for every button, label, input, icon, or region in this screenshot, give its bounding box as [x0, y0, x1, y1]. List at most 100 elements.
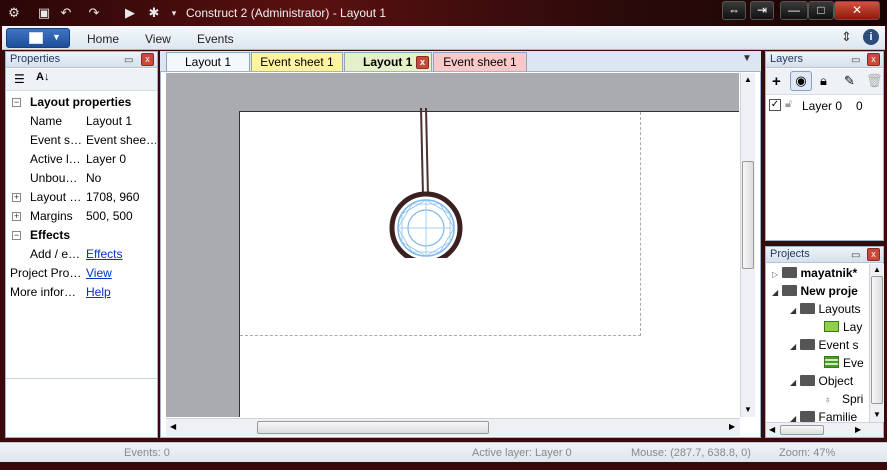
toggle-visibility-icon[interactable]: ◉ [790, 71, 812, 91]
help-link[interactable]: Help [86, 283, 156, 302]
pendulum-sprite[interactable] [380, 108, 470, 258]
property-row-event-sheet[interactable]: Event s… Event shee… [6, 131, 157, 150]
projects-hscroll-thumb[interactable] [780, 425, 824, 435]
effects-link[interactable]: Effects [86, 245, 156, 264]
property-value[interactable]: 1708, 960 [86, 188, 156, 207]
app-gear-icon[interactable]: ⚙ [6, 5, 22, 21]
tab-events[interactable]: Events [197, 32, 234, 46]
horizontal-scroll-thumb[interactable] [257, 421, 489, 434]
pin-icon[interactable]: ▭ [851, 53, 860, 68]
close-panel-icon[interactable]: x [867, 53, 880, 66]
tab-layout-1[interactable]: Layout 1 [166, 52, 250, 71]
tab-event-sheet-1-second[interactable]: Event sheet 1 [433, 52, 527, 71]
scroll-up-icon[interactable]: ▲ [873, 265, 881, 274]
projects-vertical-scrollbar[interactable]: ▲ ▼ [869, 264, 884, 422]
debug-bug-icon[interactable]: ✱ [146, 5, 162, 21]
run-layout-icon[interactable]: ▶ [122, 5, 138, 21]
tree-arrow-icon[interactable]: ▷ [772, 270, 778, 279]
pin-icon[interactable]: ▭ [851, 248, 860, 263]
lock-icon[interactable]: 🔒︎ [820, 73, 827, 89]
property-row-margins[interactable]: + Margins 500, 500 [6, 207, 157, 226]
exit-fullscreen-button[interactable]: ⇥ [750, 1, 774, 20]
property-row-name[interactable]: Name Layout 1 [6, 112, 157, 131]
view-link[interactable]: View [86, 264, 156, 283]
layout-view[interactable]: ▲ ▼ ◀ ▶ [160, 71, 761, 438]
property-value[interactable]: No [86, 169, 156, 188]
layout-surface[interactable] [239, 108, 739, 417]
close-tab-icon[interactable]: x [416, 56, 429, 69]
projects-scroll-thumb[interactable] [871, 276, 883, 404]
tree-item-event-sheets[interactable]: ◢ Event s [790, 336, 859, 356]
tree-item-mayatnik[interactable]: ▷ mayatnik* [772, 264, 857, 284]
close-button[interactable]: ✕ [834, 1, 880, 20]
tab-event-sheet-1[interactable]: Event sheet 1 [251, 52, 343, 71]
tree-arrow-icon[interactable]: ◢ [772, 288, 778, 297]
property-row-add-edit-effects[interactable]: Add / e… Effects [6, 245, 157, 264]
property-value[interactable]: Event shee… [86, 131, 156, 150]
layer-visible-checkbox[interactable]: ✓ [769, 99, 781, 111]
vertical-scroll-thumb[interactable] [742, 161, 754, 269]
minimize-button[interactable]: — [780, 1, 808, 20]
tree-item-layouts[interactable]: ◢ Layouts [790, 300, 861, 320]
pin-icon[interactable]: ▭ [124, 53, 133, 68]
tree-arrow-icon[interactable]: ◢ [790, 342, 796, 351]
projects-horizontal-scrollbar[interactable]: ◀ ▶ [766, 422, 883, 437]
scroll-down-icon[interactable]: ▼ [873, 410, 881, 419]
expand-icon[interactable]: + [12, 212, 21, 221]
property-value[interactable]: Layout 1 [86, 112, 156, 131]
tree-arrow-icon[interactable]: ◢ [790, 306, 796, 315]
add-layer-icon[interactable]: + [772, 73, 781, 90]
layer-lock-icon[interactable]: 🔓︎ [785, 98, 792, 111]
quick-access-dropdown-icon[interactable]: ▾ [166, 5, 182, 21]
tree-item-object-types[interactable]: ◢ Object [790, 372, 853, 392]
save-icon[interactable]: ▣ [36, 5, 52, 21]
scroll-right-icon[interactable]: ▶ [729, 422, 735, 431]
ribbon-collapse-icon[interactable]: ⇕ [841, 29, 852, 45]
property-row-layout-size[interactable]: + Layout … 1708, 960 [6, 188, 157, 207]
tree-item-new-project[interactable]: ◢ New proje [772, 282, 858, 302]
expand-icon[interactable]: + [12, 193, 21, 202]
scroll-down-icon[interactable]: ▼ [744, 405, 752, 414]
help-info-icon[interactable]: i [863, 29, 879, 45]
collapse-icon[interactable]: − [12, 231, 21, 240]
undo-icon[interactable]: ↶ [58, 5, 74, 21]
tree-arrow-icon[interactable]: ◢ [790, 378, 796, 387]
tree-item-event-sheet-1[interactable]: Eve [824, 354, 864, 372]
sort-alphabetical-icon[interactable]: A↓ [36, 71, 49, 83]
section-layout-properties[interactable]: − Layout properties [6, 93, 157, 112]
tab-view[interactable]: View [145, 32, 171, 46]
property-row-active-layer[interactable]: Active l… Layer 0 [6, 150, 157, 169]
maximize-button[interactable]: □ [808, 1, 834, 20]
redo-icon[interactable]: ↷ [86, 5, 102, 21]
restore-layout-button[interactable]: ⇔ [722, 1, 746, 20]
scroll-up-icon[interactable]: ▲ [744, 75, 752, 84]
title-bar: ⚙ ▣ ↶ ↷ ▶ ✱ ▾ Construct 2 (Administrator… [0, 0, 887, 26]
property-value[interactable]: 500, 500 [86, 207, 156, 226]
vertical-scrollbar[interactable]: ▲ ▼ [740, 73, 755, 417]
section-effects[interactable]: − Effects [6, 226, 157, 245]
delete-layer-icon[interactable]: 🗑︎ [866, 73, 883, 89]
horizontal-scrollbar[interactable]: ◀ ▶ [166, 418, 740, 436]
tree-item-families[interactable]: ◢ Familie [790, 408, 857, 422]
window-title: Construct 2 (Administrator) - Layout 1 [186, 6, 387, 20]
scroll-left-icon[interactable]: ◀ [170, 422, 176, 431]
tree-item-sprite[interactable]: ♁ Spri [824, 390, 863, 410]
tab-list-dropdown-icon[interactable]: ▼ [742, 53, 752, 64]
app-menu-button[interactable]: ▼ [6, 28, 70, 48]
categorized-view-icon[interactable]: ☰ [14, 72, 25, 86]
close-panel-icon[interactable]: x [141, 53, 154, 66]
scroll-left-icon[interactable]: ◀ [769, 425, 775, 434]
tab-layout-1-active[interactable]: Layout 1 x [344, 52, 432, 72]
property-value[interactable]: Layer 0 [86, 150, 156, 169]
property-row-unbounded[interactable]: Unbou… No [6, 169, 157, 188]
tab-home[interactable]: Home [87, 32, 119, 46]
scroll-right-icon[interactable]: ▶ [855, 425, 861, 434]
close-panel-icon[interactable]: x [867, 248, 880, 261]
edit-layer-icon[interactable]: ✎ [844, 73, 855, 89]
layer-row[interactable]: ✓ 🔓︎ Layer 0 0 [768, 97, 881, 115]
collapse-icon[interactable]: − [12, 98, 21, 107]
property-row-project-properties[interactable]: Project Pro… View [6, 264, 157, 283]
property-row-more-information[interactable]: More infor… Help [6, 283, 157, 302]
tree-arrow-icon[interactable]: ◢ [790, 414, 796, 422]
tree-item-layout-1[interactable]: Lay [824, 318, 862, 336]
